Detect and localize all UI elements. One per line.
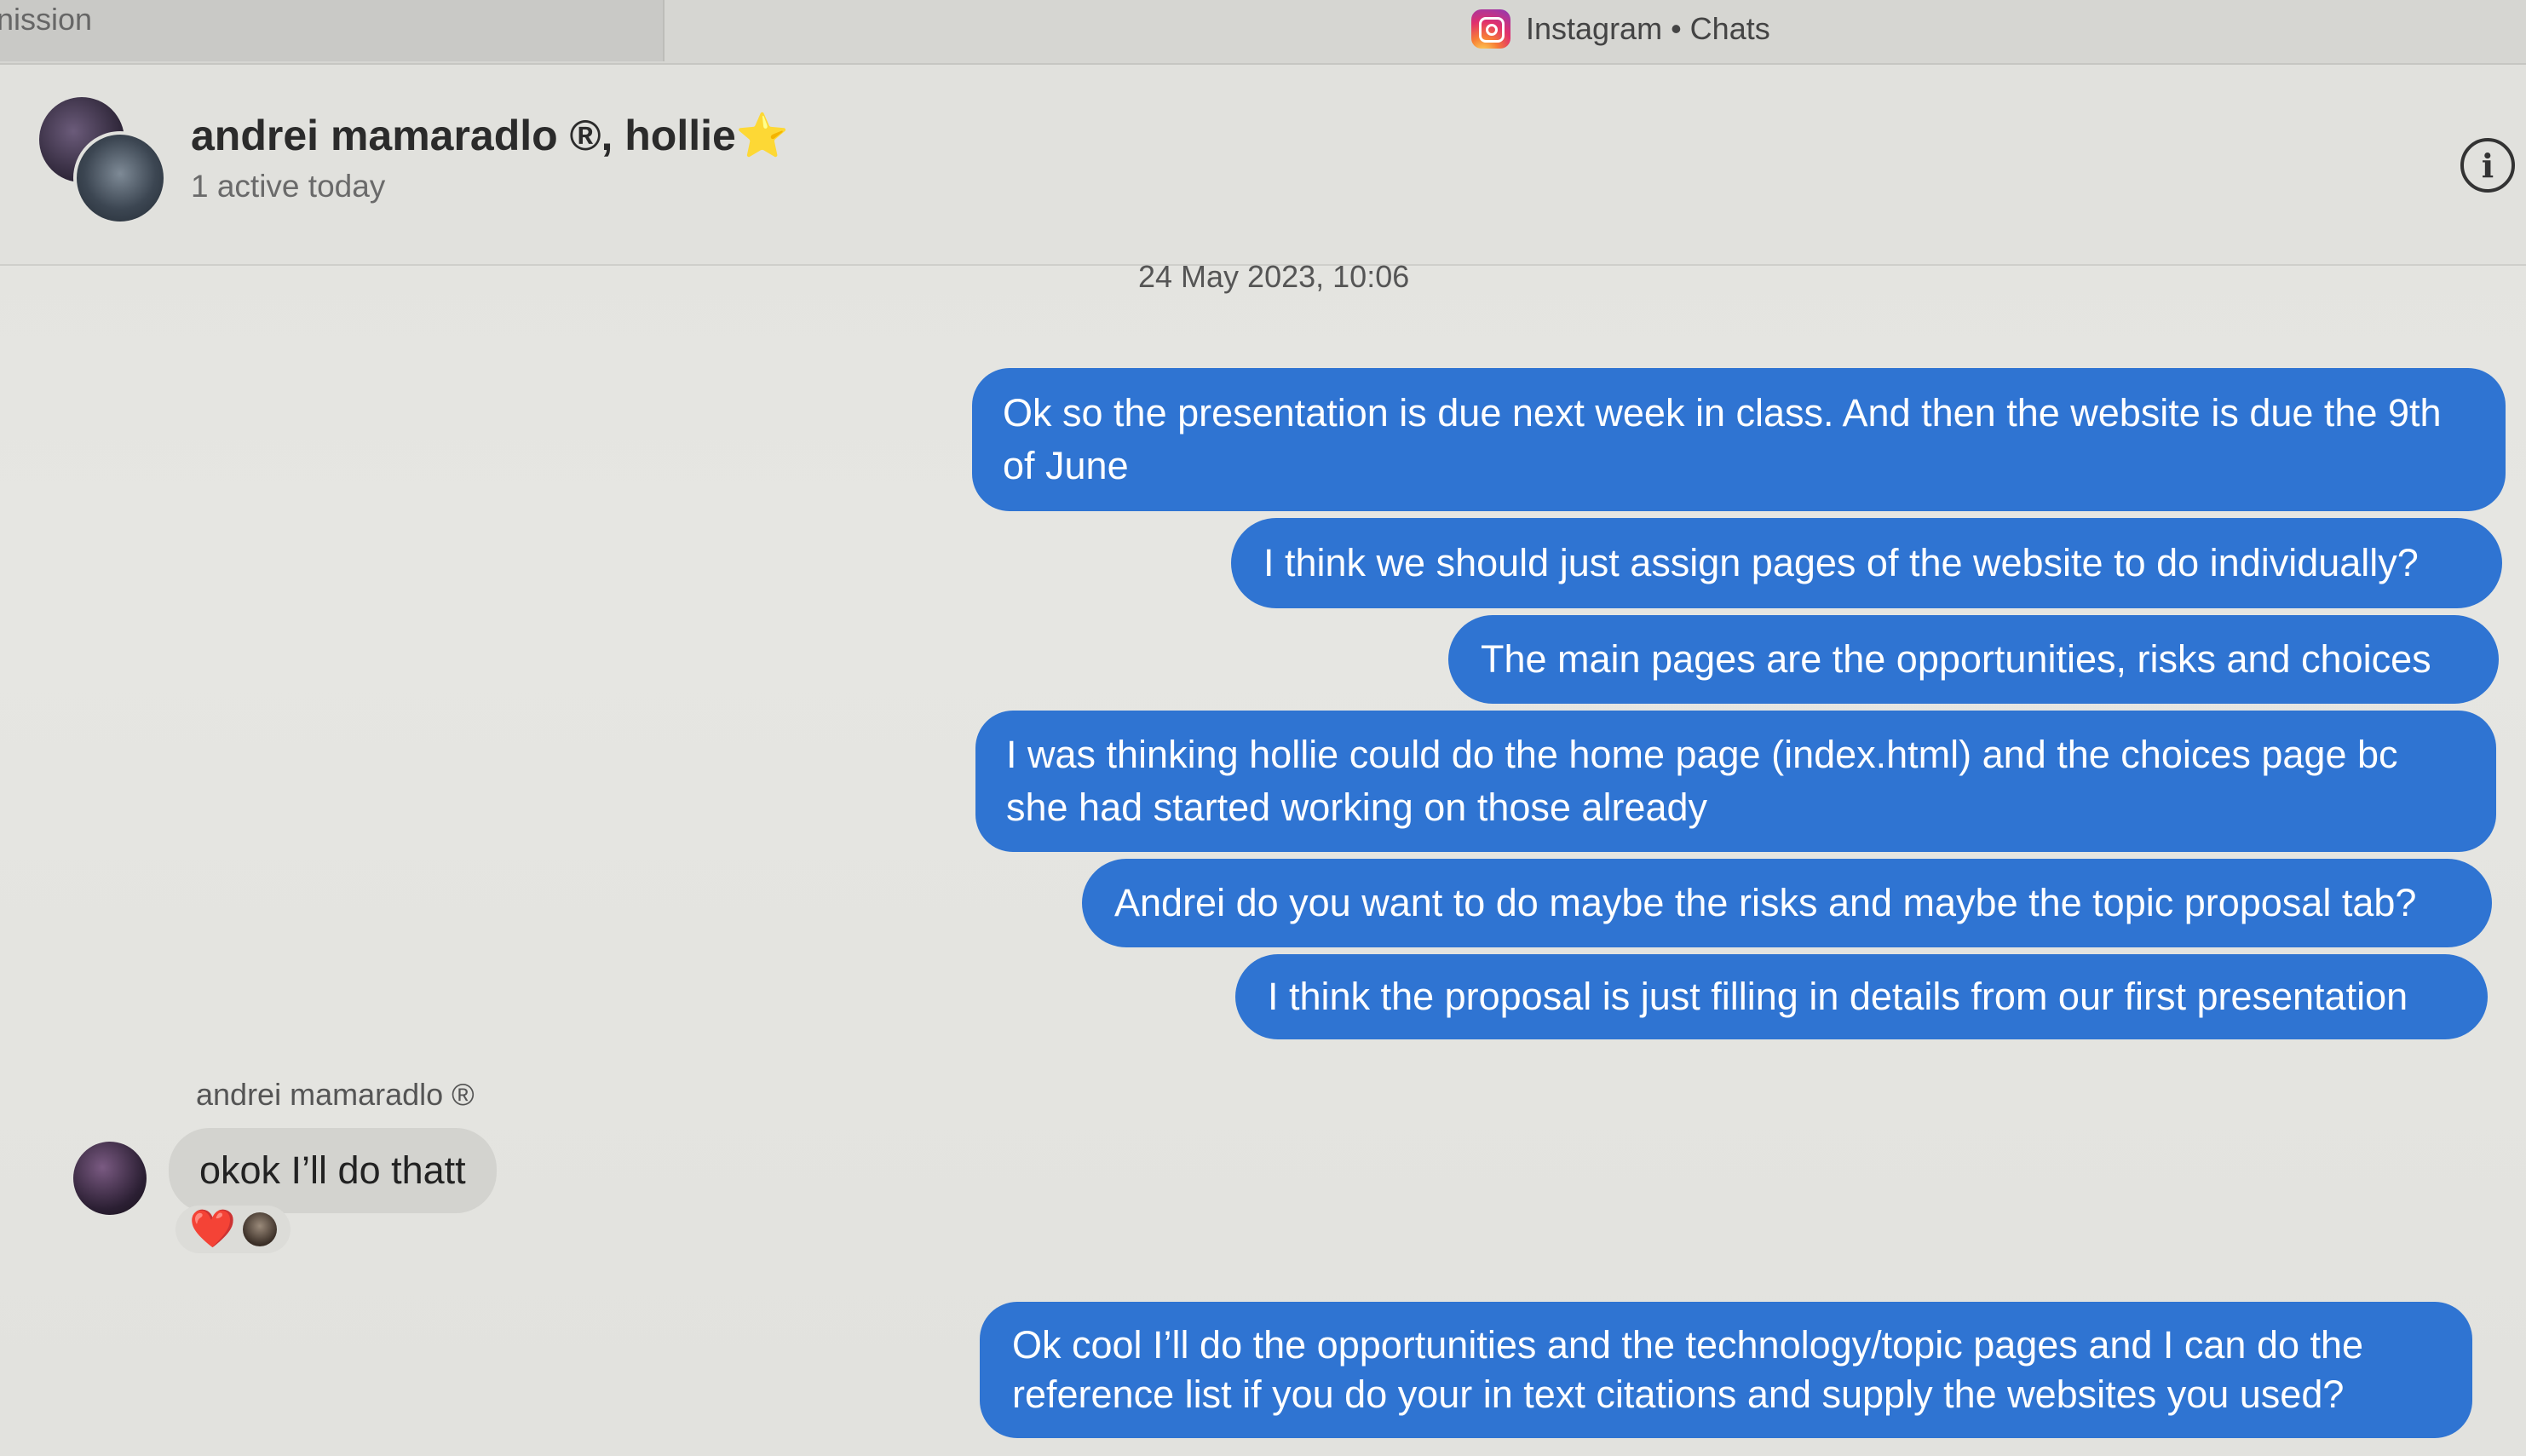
avatar-front — [73, 131, 167, 225]
tab-previous-label: nission — [0, 2, 93, 37]
message-text: I think we should just assign pages of t… — [1263, 541, 2419, 584]
outgoing-message[interactable]: Ok cool I’ll do the opportunities and th… — [980, 1302, 2472, 1438]
tab-bar: nission Instagram • Chats — [0, 0, 2526, 65]
conversation-header: andrei mamaradlo ®, hollie⭐ 1 active tod… — [0, 65, 2526, 266]
tab-title: Instagram • Chats — [1526, 11, 1770, 46]
reactor-avatar — [242, 1212, 277, 1246]
message-text: I think the proposal is just filling in … — [1268, 975, 2408, 1018]
message-text: Ok cool I’ll do the opportunities and th… — [1012, 1323, 2364, 1416]
message-text: I was thinking hollie could do the home … — [1006, 733, 2398, 829]
sender-name: andrei mamaradlo ® — [196, 1077, 475, 1112]
message-text: Andrei do you want to do maybe the risks… — [1114, 881, 2417, 924]
tab-instagram-chats[interactable]: Instagram • Chats — [1471, 5, 1770, 53]
instagram-icon — [1471, 9, 1510, 49]
outgoing-message[interactable]: I was thinking hollie could do the home … — [975, 711, 2496, 852]
outgoing-message[interactable]: Ok so the presentation is due next week … — [972, 368, 2506, 511]
message-timestamp: 24 May 2023, 10:06 — [1138, 259, 1410, 294]
incoming-message[interactable]: okok I’ll do thatt — [169, 1128, 497, 1213]
info-icon[interactable]: i — [2460, 138, 2515, 193]
outgoing-message[interactable]: Andrei do you want to do maybe the risks… — [1082, 859, 2492, 947]
message-reactions[interactable]: ❤️ — [175, 1206, 291, 1253]
active-status: 1 active today — [191, 169, 386, 204]
tab-previous[interactable]: nission — [0, 0, 665, 61]
group-avatar[interactable] — [39, 97, 167, 225]
message-text: Ok so the presentation is due next week … — [1003, 391, 2442, 487]
outgoing-message[interactable]: I think the proposal is just filling in … — [1235, 954, 2488, 1039]
outgoing-message[interactable]: The main pages are the opportunities, ri… — [1448, 615, 2499, 704]
outgoing-message[interactable]: I think we should just assign pages of t… — [1231, 518, 2502, 608]
sender-avatar[interactable] — [73, 1142, 147, 1215]
chat-window: nission Instagram • Chats andrei mamarad… — [0, 0, 2526, 1456]
conversation-title[interactable]: andrei mamaradlo ®, hollie⭐ — [191, 111, 789, 161]
message-text: The main pages are the opportunities, ri… — [1481, 637, 2431, 681]
heart-reaction-icon: ❤️ — [189, 1208, 236, 1250]
message-text: okok I’ll do thatt — [199, 1148, 466, 1192]
